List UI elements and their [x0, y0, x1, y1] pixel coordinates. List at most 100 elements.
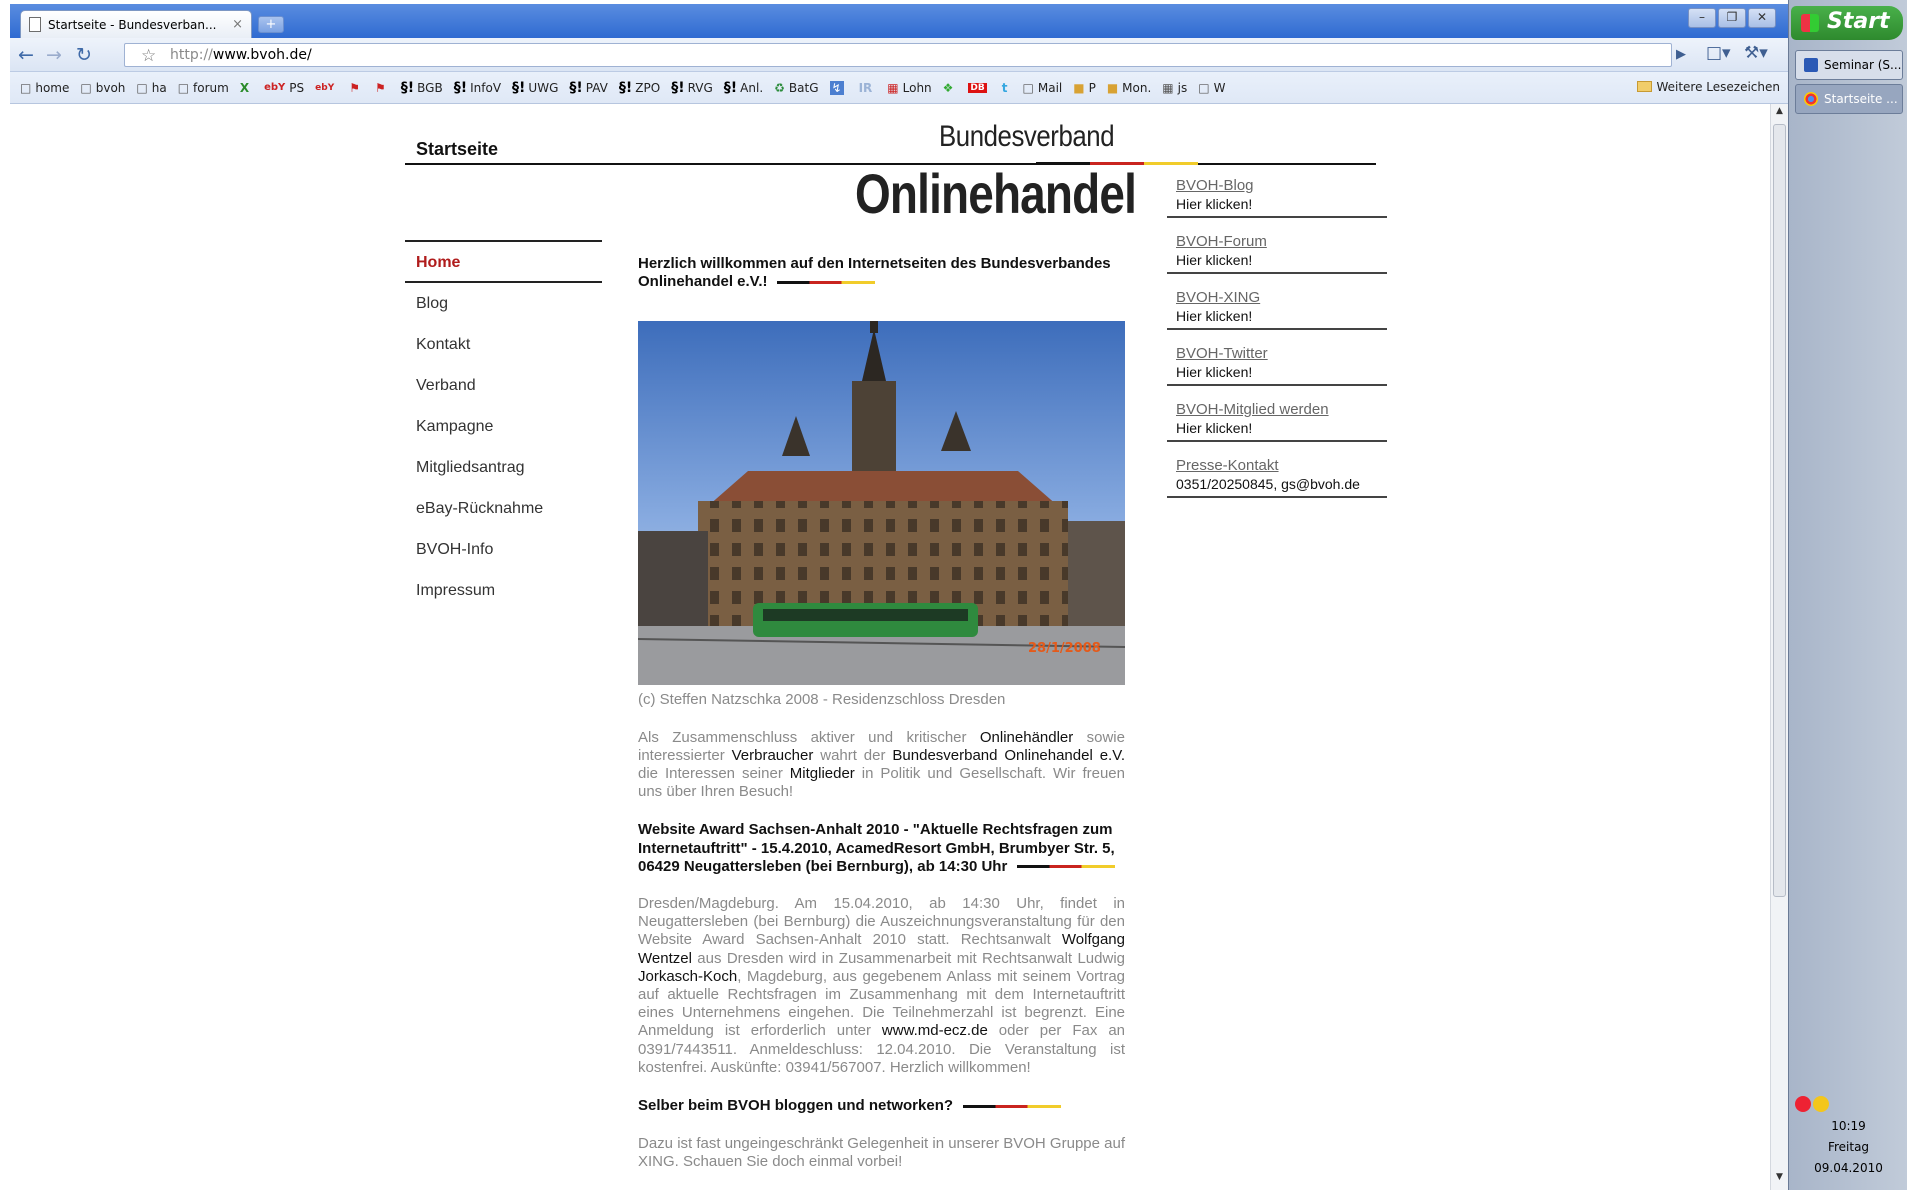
blog-heading: Selber beim BVOH bloggen und networken? — [638, 1097, 1125, 1115]
clock-time[interactable]: 10:19 — [1789, 1119, 1907, 1133]
bookmark-item[interactable]: §! ZPO — [619, 80, 660, 96]
nav-item-blog[interactable]: Blog — [405, 283, 602, 324]
page-scrollbar[interactable]: ▲ ▼ — [1770, 104, 1788, 1190]
reload-icon[interactable]: ↻ — [76, 44, 92, 66]
scroll-down-icon[interactable]: ▼ — [1773, 1172, 1786, 1188]
bookmark-star-icon[interactable]: ☆ — [141, 46, 156, 66]
bookmark-item[interactable]: ■ Mon. — [1107, 81, 1151, 95]
flag-stripe — [777, 280, 876, 284]
bookmark-item[interactable]: §! BGB — [401, 80, 443, 96]
bookmark-item[interactable]: t — [1002, 81, 1012, 95]
bookmark-item[interactable]: ⚑ — [349, 81, 364, 95]
link-bvoh-blog[interactable]: BVOH-Blog — [1176, 177, 1387, 195]
folder-icon: ■ — [1106, 80, 1119, 95]
url-host: www.bvoh.de/ — [212, 47, 312, 63]
link-presse-kontakt[interactable]: Presse-Kontakt — [1176, 457, 1387, 475]
bookmark-item[interactable]: ebY — [315, 83, 338, 93]
other-bookmarks-folder[interactable]: Weitere Lesezeichen — [1637, 80, 1780, 94]
db-icon: DB — [968, 82, 987, 93]
ebay-icon: ebY — [264, 82, 286, 93]
close-window-button[interactable]: ✕ — [1748, 8, 1776, 28]
scroll-up-icon[interactable]: ▲ — [1773, 106, 1786, 122]
logo-onlinehandel[interactable]: Onlinehandel — [855, 161, 1137, 226]
bookmark-item[interactable]: ↯ — [829, 80, 848, 95]
warning-icon[interactable] — [1813, 1096, 1829, 1112]
bookmark-item[interactable]: □ ha — [136, 81, 166, 95]
page-icon: □ — [1198, 80, 1210, 95]
logo-bundesverband[interactable]: Bundesverband — [939, 120, 1115, 154]
nav-item-verband[interactable]: Verband — [405, 365, 602, 406]
award-heading: Website Award Sachsen-Anhalt 2010 - "Akt… — [638, 821, 1116, 875]
link-bvoh-twitter[interactable]: BVOH-Twitter — [1176, 345, 1387, 363]
bookmark-item[interactable]: DB — [968, 82, 990, 93]
nav-item-kontakt[interactable]: Kontakt — [405, 324, 602, 365]
forward-arrow-icon[interactable]: → — [46, 44, 62, 66]
bookmark-item[interactable]: □ bvoh — [80, 81, 125, 95]
play-arrow-icon[interactable]: ▶ — [1676, 47, 1686, 62]
wrench-menu-icon[interactable]: ⚒▾ — [1744, 43, 1768, 63]
nav-item-ebay-ruecknahme[interactable]: eBay-Rücknahme — [405, 488, 602, 529]
link-verbraucher[interactable]: Verbraucher — [732, 747, 814, 764]
link-bvoh-forum[interactable]: BVOH-Forum — [1176, 233, 1387, 251]
nav-item-bvoh-info[interactable]: BVOH-Info — [405, 529, 602, 570]
nav-item-mitgliedsantrag[interactable]: Mitgliedsantrag — [405, 447, 602, 488]
page-menu-icon[interactable]: □▾ — [1706, 43, 1731, 63]
nav-item-home[interactable]: Home — [405, 242, 602, 283]
link-bvoh-xing[interactable]: BVOH-XING — [1176, 289, 1387, 307]
new-tab-button[interactable]: + — [258, 16, 284, 33]
taskbar-item-startseite[interactable]: Startseite ... — [1795, 84, 1903, 114]
maximize-button[interactable]: ❐ — [1718, 8, 1746, 28]
tab-startseite[interactable]: Startseite - Bundesverban... × — [20, 10, 252, 38]
bookmark-item[interactable]: ▦ Lohn — [887, 81, 931, 95]
link-jorkasch-koch[interactable]: Jorkasch-Koch — [638, 968, 737, 985]
link-onlinehaendler[interactable]: Onlinehändler — [980, 729, 1073, 746]
web-page: Startseite Bundesverband Onlinehandel Ho… — [10, 105, 1770, 1190]
bookmark-item[interactable]: §! InfoV — [454, 80, 501, 96]
link-bvoh-mitglied-werden[interactable]: BVOH-Mitglied werden — [1176, 401, 1387, 419]
bookmark-item[interactable]: □ W — [1198, 81, 1225, 95]
link-mitglieder[interactable]: Mitglieder — [790, 765, 855, 782]
nav-item-kampagne[interactable]: Kampagne — [405, 406, 602, 447]
bookmark-item[interactable]: □ Mail — [1023, 81, 1063, 95]
start-button[interactable]: Start — [1791, 6, 1903, 40]
bookmark-item[interactable]: ▦ js — [1162, 81, 1187, 95]
flag-stripe — [963, 1104, 1062, 1108]
tab-close-icon[interactable]: × — [232, 17, 243, 32]
bookmark-item[interactable]: □ forum — [178, 81, 229, 95]
tab-title: Startseite - Bundesverban... — [48, 17, 217, 32]
click-here-text[interactable]: Hier klicken! — [1176, 195, 1387, 213]
alert-icon[interactable] — [1795, 1096, 1811, 1112]
bookmark-item[interactable]: ⚑ — [375, 81, 390, 95]
recycle-icon: ♻ — [774, 80, 785, 95]
back-arrow-icon[interactable]: ← — [18, 44, 34, 66]
bookmark-item[interactable]: §! PAV — [569, 80, 608, 96]
bookmark-item[interactable]: ■ P — [1073, 81, 1096, 95]
bookmark-item[interactable]: ebY PS — [264, 81, 304, 95]
bookmark-item[interactable]: ♻ BatG — [774, 81, 818, 95]
bookmark-item[interactable]: §! RVG — [671, 80, 713, 96]
word-document-icon — [1804, 58, 1818, 72]
grid-icon: ▦ — [887, 80, 899, 95]
intro-paragraph: Als Zusammenschluss aktiver und kritisch… — [638, 728, 1125, 801]
link-bundesverband[interactable]: Bundesverband Onlinehandel e.V. — [892, 747, 1125, 764]
bookmark-item[interactable]: IR — [859, 81, 877, 95]
bookmark-item[interactable]: ❖ — [943, 81, 958, 95]
nav-item-impressum[interactable]: Impressum — [405, 570, 602, 611]
click-here-text[interactable]: Hier klicken! — [1176, 363, 1387, 381]
click-here-text[interactable]: Hier klicken! — [1176, 307, 1387, 325]
bookmark-item[interactable]: §! Anl. — [724, 80, 763, 96]
link-md-ecz[interactable]: www.md-ecz.de — [882, 1022, 988, 1039]
award-paragraph: Dresden/Magdeburg. Am 15.04.2010, ab 14:… — [638, 895, 1125, 1076]
paragraph-icon: §! — [618, 79, 633, 96]
flag-icon: ⚑ — [349, 80, 360, 95]
bookmark-item[interactable]: □ home — [20, 81, 69, 95]
click-here-text[interactable]: Hier klicken! — [1176, 251, 1387, 269]
bookmark-item[interactable]: X — [240, 81, 253, 95]
minimize-button[interactable]: – — [1688, 8, 1716, 28]
address-bar[interactable]: http://www.bvoh.de/ — [124, 43, 1672, 67]
scrollbar-thumb[interactable] — [1773, 124, 1786, 897]
taskbar-item-seminar[interactable]: Seminar (S... — [1795, 50, 1903, 80]
click-here-text[interactable]: Hier klicken! — [1176, 419, 1387, 437]
twitter-icon: t — [1001, 80, 1008, 95]
bookmark-item[interactable]: §! UWG — [512, 80, 558, 96]
